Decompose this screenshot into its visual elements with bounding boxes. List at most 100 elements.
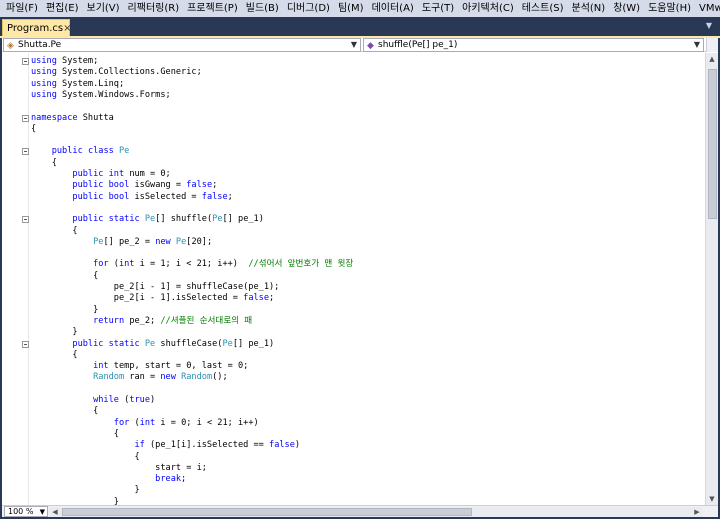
code-token: Random: [93, 372, 125, 383]
menu-item-1[interactable]: 편집(E): [42, 0, 83, 17]
code-line: }: [2, 497, 705, 505]
code-token: ;: [269, 293, 275, 304]
menu-item-9[interactable]: 도구(T): [418, 0, 458, 17]
scroll-down-icon[interactable]: ▼: [706, 493, 718, 505]
code-token: int: [108, 169, 125, 179]
menu-item-15[interactable]: VMware: [695, 0, 720, 17]
menu-item-2[interactable]: 보기(V): [83, 0, 124, 17]
menu-item-11[interactable]: 테스트(S): [518, 0, 568, 17]
split-view-button[interactable]: [706, 38, 718, 52]
editor-bottom-bar: 100 % ▼ ◀ ▶: [2, 505, 718, 517]
code-area[interactable]: using System; using System.Collections.Ge…: [2, 53, 705, 505]
code-token: while: [31, 395, 119, 405]
member-combo[interactable]: ◆ shuffle(Pe[] pe_1) ▼: [363, 38, 704, 52]
collapse-icon[interactable]: [22, 340, 29, 348]
code-token: isSelected =: [129, 191, 202, 202]
code-line: int temp, start = 0, last = 0;: [2, 361, 705, 372]
code-line: using System.Linq;: [2, 79, 705, 90]
code-token: {: [31, 157, 57, 168]
collapse-icon[interactable]: [22, 148, 29, 156]
code-token: false: [243, 293, 270, 304]
code-token: false: [186, 180, 213, 191]
vertical-scroll-thumb[interactable]: [708, 69, 717, 219]
code-token: num = 0;: [124, 169, 171, 179]
code-token: for: [31, 417, 130, 428]
menu-item-5[interactable]: 빌드(B): [242, 0, 283, 17]
zoom-select[interactable]: 100 % ▼: [4, 506, 48, 517]
tab-program-cs[interactable]: Program.cs ×: [2, 19, 71, 37]
code-token: public: [31, 180, 104, 191]
code-token: Random: [181, 372, 213, 383]
code-token: System;: [56, 56, 99, 66]
code-token: start = i;: [31, 462, 207, 473]
code-text: while (true): [31, 395, 155, 406]
code-token: Pe: [144, 338, 156, 349]
code-text: for (int i = 0; i < 21; i++): [31, 418, 259, 429]
horizontal-scroll-thumb[interactable]: [62, 508, 472, 516]
code-token: public: [31, 214, 104, 225]
menu-item-0[interactable]: 파일(F): [2, 0, 42, 17]
code-token: Pe: [119, 146, 130, 157]
code-line: }: [2, 327, 705, 338]
horizontal-scrollbar[interactable]: ◀ ▶: [50, 507, 702, 517]
code-text: using System.Linq;: [31, 79, 124, 90]
code-line: public class Pe: [2, 146, 705, 157]
menu-item-7[interactable]: 팀(M): [334, 0, 368, 17]
code-token: //섞어서 앞번호가 맨 윗장: [248, 259, 354, 270]
code-token: [] pe_1): [232, 338, 275, 349]
scroll-right-icon[interactable]: ▶: [692, 507, 702, 517]
code-token: {: [31, 349, 78, 360]
collapse-icon[interactable]: [22, 58, 29, 65]
code-line: using System.Windows.Forms;: [2, 90, 705, 101]
scroll-up-icon[interactable]: ▲: [706, 53, 718, 65]
code-token: ran =: [124, 372, 161, 383]
code-token: class: [87, 146, 114, 157]
close-icon[interactable]: ×: [63, 23, 71, 34]
code-token: (: [108, 259, 119, 270]
menu-item-14[interactable]: 도움말(H): [644, 0, 695, 17]
code-token: public: [31, 146, 83, 157]
code-token: using: [31, 56, 57, 66]
menu-item-6[interactable]: 디버그(D): [283, 0, 334, 17]
code-editor: ◈ Shutta.Pe ▼ ◆ shuffle(Pe[] pe_1) ▼ usi…: [2, 38, 718, 517]
code-token: Pe: [222, 338, 233, 349]
code-text: public bool isSelected = false;: [31, 191, 232, 203]
menu-item-8[interactable]: 데이터(A): [368, 0, 418, 17]
code-token: System.Linq;: [56, 78, 125, 89]
method-icon: ◆: [367, 41, 374, 51]
menu-item-13[interactable]: 창(W): [609, 0, 644, 17]
menu-item-10[interactable]: 아키텍처(C): [458, 0, 518, 17]
code-text: }: [31, 327, 77, 338]
code-token: [] pe_2 =: [103, 236, 156, 247]
type-combo[interactable]: ◈ Shutta.Pe ▼: [3, 38, 361, 52]
member-combo-value: shuffle(Pe[] pe_1): [378, 40, 458, 50]
code-line: while (true): [2, 395, 705, 406]
menu-item-4[interactable]: 프로젝트(P): [183, 0, 242, 17]
code-line: public bool isSelected = false;: [2, 192, 705, 203]
document-tab-strip: Program.cs × ▼: [0, 17, 720, 38]
code-token: temp, start = 0, last = 0;: [108, 361, 249, 372]
code-text: pe_2[i - 1].isSelected = false;: [31, 293, 274, 304]
chevron-down-icon: ▼: [39, 508, 45, 516]
menu-item-12[interactable]: 분석(N): [568, 0, 610, 17]
code-token: Pe: [212, 214, 223, 225]
tab-dropdown-icon[interactable]: ▼: [704, 21, 714, 31]
scroll-left-icon[interactable]: ◀: [50, 507, 60, 517]
menu-item-3[interactable]: 리팩터링(R): [124, 0, 184, 17]
vertical-scrollbar[interactable]: ▲ ▼: [705, 53, 718, 505]
code-line: {: [2, 406, 705, 417]
code-text: {: [31, 406, 98, 417]
code-text: }: [31, 485, 139, 496]
code-token: shuffleCase(: [155, 338, 223, 349]
code-line: public bool isGwang = false;: [2, 180, 705, 191]
code-token: public: [31, 169, 104, 179]
code-token: int: [118, 259, 135, 270]
code-line: {: [2, 271, 705, 282]
code-token: static: [108, 214, 140, 225]
code-line: namespace Shutta: [2, 113, 705, 124]
code-token: }: [31, 496, 119, 505]
collapse-icon[interactable]: [22, 114, 29, 122]
collapse-icon[interactable]: [22, 216, 29, 224]
